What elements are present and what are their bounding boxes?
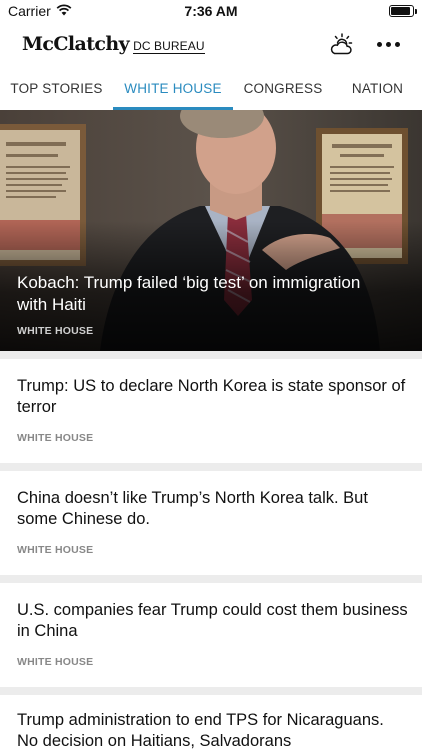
header-actions bbox=[327, 30, 400, 58]
article-card[interactable]: China doesn’t like Trump’s North Korea t… bbox=[0, 471, 422, 575]
app-header: McClatchy DC BUREAU bbox=[0, 22, 422, 66]
article-headline[interactable]: U.S. companies fear Trump could cost the… bbox=[17, 600, 408, 642]
article-card[interactable]: Trump administration to end TPS for Nica… bbox=[0, 695, 422, 750]
dot bbox=[377, 41, 382, 47]
battery-icon bbox=[389, 5, 417, 17]
article-section-label: WHITE HOUSE bbox=[17, 432, 94, 444]
carrier-label: Carrier bbox=[8, 3, 51, 19]
status-left: Carrier bbox=[8, 3, 72, 19]
battery-level bbox=[391, 7, 410, 15]
article-card[interactable]: U.S. companies fear Trump could cost the… bbox=[0, 583, 422, 687]
tab-top-stories[interactable]: TOP STORIES bbox=[0, 66, 113, 110]
tab-white-house[interactable]: WHITE HOUSE bbox=[113, 66, 233, 110]
article-headline[interactable]: China doesn’t like Trump’s North Korea t… bbox=[17, 488, 408, 530]
hero-section-label: WHITE HOUSE bbox=[17, 325, 94, 337]
article-headline[interactable]: Trump: US to declare North Korea is stat… bbox=[17, 376, 408, 418]
tab-congress[interactable]: CONGRESS bbox=[233, 66, 333, 110]
status-bar: Carrier 7:36 AM bbox=[0, 0, 422, 22]
dot bbox=[395, 41, 400, 47]
article-section-label: WHITE HOUSE bbox=[17, 656, 94, 668]
cloud-sun-icon[interactable] bbox=[327, 30, 355, 58]
logo-sub-text: DC BUREAU bbox=[133, 39, 205, 54]
article-section-label: WHITE HOUSE bbox=[17, 544, 94, 556]
hero-story-card[interactable]: Kobach: Trump failed ‘big test’ on immig… bbox=[0, 110, 422, 351]
hero-headline[interactable]: Kobach: Trump failed ‘big test’ on immig… bbox=[17, 272, 392, 316]
mcclatchy-logo[interactable]: McClatchy DC BUREAU bbox=[22, 33, 205, 55]
article-card[interactable]: Trump: US to declare North Korea is stat… bbox=[0, 359, 422, 463]
logo-main-text: McClatchy bbox=[22, 33, 130, 55]
article-headline[interactable]: Trump administration to end TPS for Nica… bbox=[17, 710, 408, 750]
dot bbox=[386, 41, 391, 47]
tab-nation[interactable]: NATION bbox=[333, 66, 422, 110]
section-tabs: TOP STORIES WHITE HOUSE CONGRESS NATION bbox=[0, 66, 422, 110]
more-dots-icon[interactable] bbox=[377, 30, 400, 58]
wifi-icon bbox=[56, 3, 72, 19]
